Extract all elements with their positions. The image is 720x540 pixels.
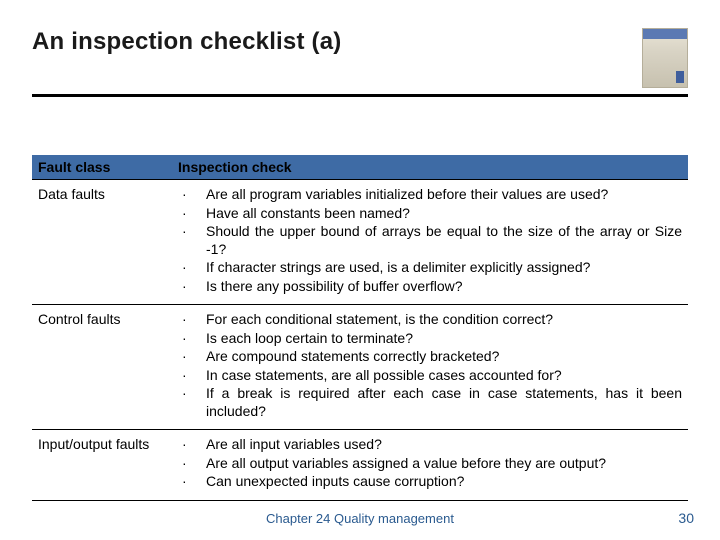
- check-text: For each conditional statement, is the c…: [206, 311, 553, 327]
- title-row: An inspection checklist (a): [32, 28, 688, 88]
- fault-class-cell: Input/output faults: [32, 430, 172, 501]
- check-item: · Should the upper bound of arrays be equ…: [178, 223, 682, 258]
- footer-text: Chapter 24 Quality management: [0, 511, 720, 526]
- check-list: · For each conditional statement, is the …: [178, 311, 682, 420]
- check-item: · Are all program variables initialized b…: [178, 186, 682, 204]
- check-text: Should the upper bound of arrays be equa…: [206, 223, 682, 257]
- check-list: · Are all input variables used? · Are all o…: [178, 436, 682, 491]
- inspection-check-cell: · Are all input variables used? · Are all o…: [172, 430, 688, 501]
- check-text: Are compound statements correctly bracke…: [206, 348, 499, 364]
- check-text: Are all output variables assigned a valu…: [206, 455, 606, 471]
- check-item: · Are all input variables used?: [178, 436, 682, 454]
- check-item: · Is there any possibility of buffer over…: [178, 278, 682, 296]
- check-text: Have all constants been named?: [206, 205, 410, 221]
- inspection-check-cell: · For each conditional statement, is the …: [172, 305, 688, 430]
- bullet-icon: ·: [182, 436, 187, 454]
- check-text: If a break is required after each case i…: [206, 385, 682, 419]
- check-text: Are all program variables initialized be…: [206, 186, 608, 202]
- check-item: · Are all output variables assigned a val…: [178, 455, 682, 473]
- checklist-table: Fault class Inspection check Data faults…: [32, 155, 688, 501]
- title-underline: [32, 94, 688, 97]
- table-row: Input/output faults · Are all input variab…: [32, 430, 688, 501]
- page-number: 30: [678, 510, 694, 526]
- slide-title: An inspection checklist (a): [32, 28, 341, 56]
- check-item: · If character strings are used, is a del…: [178, 259, 682, 277]
- check-item: · Are compound statements correctly brack…: [178, 348, 682, 366]
- header-fault-class: Fault class: [32, 155, 172, 180]
- bullet-icon: ·: [182, 455, 187, 473]
- bullet-icon: ·: [182, 186, 187, 204]
- check-text: Is there any possibility of buffer overf…: [206, 278, 463, 294]
- bullet-icon: ·: [182, 385, 187, 403]
- checklist-table-wrap: Fault class Inspection check Data faults…: [32, 155, 688, 501]
- check-item: · Can unexpected inputs cause corruption?: [178, 473, 682, 491]
- check-text: Are all input variables used?: [206, 436, 382, 452]
- slide: An inspection checklist (a) Fault class …: [0, 0, 720, 540]
- check-item: · For each conditional statement, is the …: [178, 311, 682, 329]
- bullet-icon: ·: [182, 473, 187, 491]
- bullet-icon: ·: [182, 367, 187, 385]
- book-cover-icon: [642, 28, 688, 88]
- check-text: If character strings are used, is a deli…: [206, 259, 590, 275]
- check-item: · If a break is required after each case …: [178, 385, 682, 420]
- check-text: Can unexpected inputs cause corruption?: [206, 473, 464, 489]
- check-list: · Are all program variables initialized b…: [178, 186, 682, 295]
- check-item: · In case statements, are all possible ca…: [178, 367, 682, 385]
- bullet-icon: ·: [182, 330, 187, 348]
- header-inspection-check: Inspection check: [172, 155, 688, 180]
- table-row: Control faults · For each conditional stat…: [32, 305, 688, 430]
- bullet-icon: ·: [182, 205, 187, 223]
- fault-class-cell: Control faults: [32, 305, 172, 430]
- bullet-icon: ·: [182, 348, 187, 366]
- table-body: Data faults · Are all program variables in…: [32, 180, 688, 501]
- table-header-row: Fault class Inspection check: [32, 155, 688, 180]
- inspection-check-cell: · Are all program variables initialized b…: [172, 180, 688, 305]
- check-text: Is each loop certain to terminate?: [206, 330, 413, 346]
- bullet-icon: ·: [182, 311, 187, 329]
- bullet-icon: ·: [182, 223, 187, 241]
- check-item: · Have all constants been named?: [178, 205, 682, 223]
- bullet-icon: ·: [182, 259, 187, 277]
- check-item: · Is each loop certain to terminate?: [178, 330, 682, 348]
- fault-class-cell: Data faults: [32, 180, 172, 305]
- check-text: In case statements, are all possible cas…: [206, 367, 562, 383]
- table-row: Data faults · Are all program variables in…: [32, 180, 688, 305]
- bullet-icon: ·: [182, 278, 187, 296]
